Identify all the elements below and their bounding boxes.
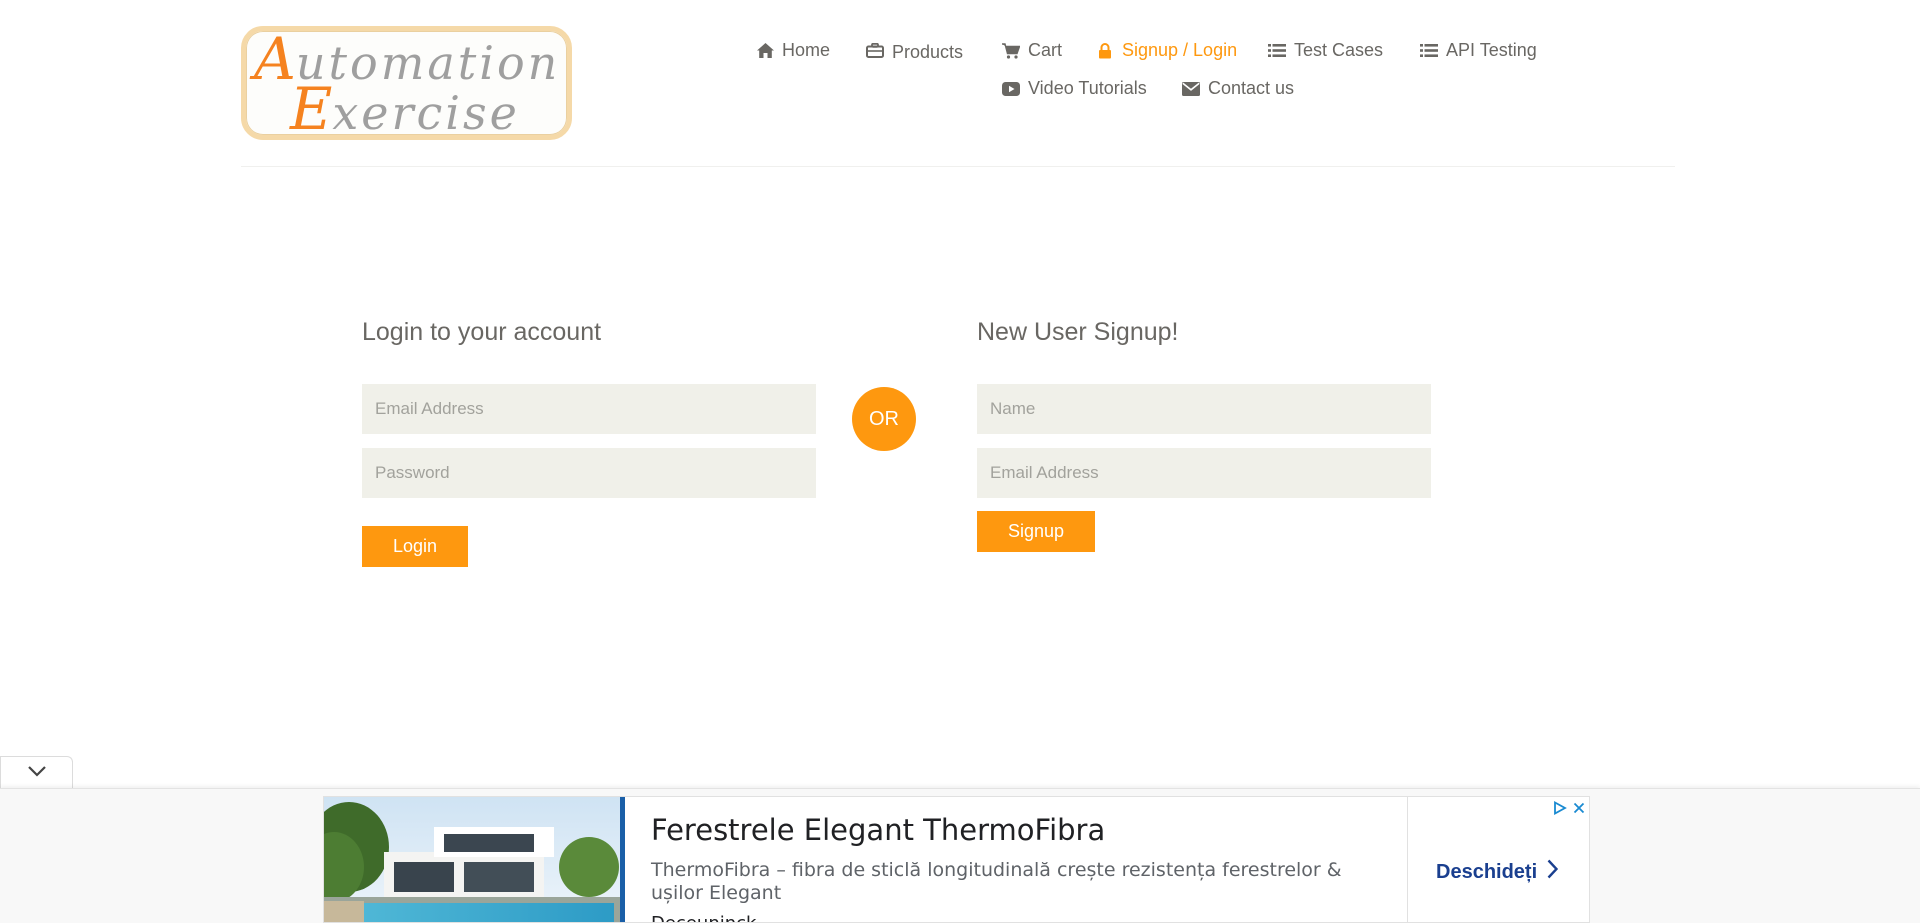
nav-item-api-testing[interactable]: API Testing bbox=[1420, 40, 1537, 61]
ad-image-edge bbox=[620, 797, 625, 922]
list-icon bbox=[1420, 42, 1438, 60]
signup-form-title: New User Signup! bbox=[977, 318, 1179, 346]
nav-item-video-tutorials[interactable]: Video Tutorials bbox=[1002, 78, 1147, 99]
cart-icon bbox=[1002, 42, 1020, 60]
lock-icon bbox=[1096, 42, 1114, 60]
ad-collapse-button[interactable] bbox=[0, 756, 73, 788]
close-icon[interactable] bbox=[1573, 802, 1585, 814]
nav-item-test-cases-label: Test Cases bbox=[1294, 40, 1384, 60]
ad-description: ThermoFibra – fibra de sticlă longitudin… bbox=[651, 859, 1342, 904]
nav-item-contact-us-label: Contact us bbox=[1208, 78, 1295, 98]
nav-item-test-cases[interactable]: Test Cases bbox=[1268, 40, 1383, 61]
page: Automation Exercise Home Products Cart S… bbox=[0, 0, 1920, 923]
nav-item-signup-login-label: Signup / Login bbox=[1122, 40, 1238, 60]
main-navigation: Home Products Cart Signup / Login Test C… bbox=[0, 36, 1920, 116]
nav-item-home-label: Home bbox=[782, 40, 831, 60]
home-icon bbox=[756, 42, 774, 60]
login-button[interactable]: Login bbox=[362, 526, 468, 567]
ad-open-label: Deschideți bbox=[1436, 860, 1538, 883]
nav-item-cart[interactable]: Cart bbox=[1002, 40, 1062, 61]
nav-item-products-label: Products bbox=[892, 42, 964, 62]
nav-item-cart-label: Cart bbox=[1028, 40, 1063, 60]
ad-house-image bbox=[324, 797, 624, 922]
ad-open-button[interactable]: Deschideți bbox=[1436, 859, 1559, 885]
nav-item-signup-login[interactable]: Signup / Login bbox=[1096, 40, 1237, 61]
signup-name-input[interactable] bbox=[977, 384, 1431, 434]
ad-headline[interactable]: Ferestrele Elegant ThermoFibra bbox=[651, 813, 1105, 847]
signup-button[interactable]: Signup bbox=[977, 511, 1095, 552]
login-form-title: Login to your account bbox=[362, 318, 602, 346]
nav-item-video-tutorials-label: Video Tutorials bbox=[1028, 78, 1147, 98]
briefcase-icon bbox=[866, 42, 884, 60]
login-password-input[interactable] bbox=[362, 448, 816, 498]
header-divider bbox=[241, 166, 1675, 167]
nav-item-products[interactable]: Products bbox=[866, 40, 964, 62]
ad-cta-panel: Deschideți bbox=[1407, 797, 1589, 922]
nav-item-contact-us[interactable]: Contact us bbox=[1182, 78, 1294, 99]
chevron-right-icon bbox=[1547, 859, 1559, 885]
chevron-down-icon bbox=[27, 764, 47, 782]
advertisement[interactable]: Ferestrele Elegant ThermoFibra ThermoFib… bbox=[323, 796, 1590, 923]
nav-item-api-testing-label: API Testing bbox=[1446, 40, 1537, 60]
ad-advertiser-name: Deceuninck bbox=[651, 913, 756, 922]
or-divider-badge: OR bbox=[852, 387, 916, 451]
login-email-input[interactable] bbox=[362, 384, 816, 434]
youtube-play-icon bbox=[1002, 80, 1020, 98]
ad-choices bbox=[1553, 801, 1585, 815]
list-icon bbox=[1268, 42, 1286, 60]
envelope-icon bbox=[1182, 80, 1200, 98]
signup-email-input[interactable] bbox=[977, 448, 1431, 498]
nav-item-home[interactable]: Home bbox=[756, 40, 830, 61]
ad-choices-icon[interactable] bbox=[1553, 801, 1567, 815]
